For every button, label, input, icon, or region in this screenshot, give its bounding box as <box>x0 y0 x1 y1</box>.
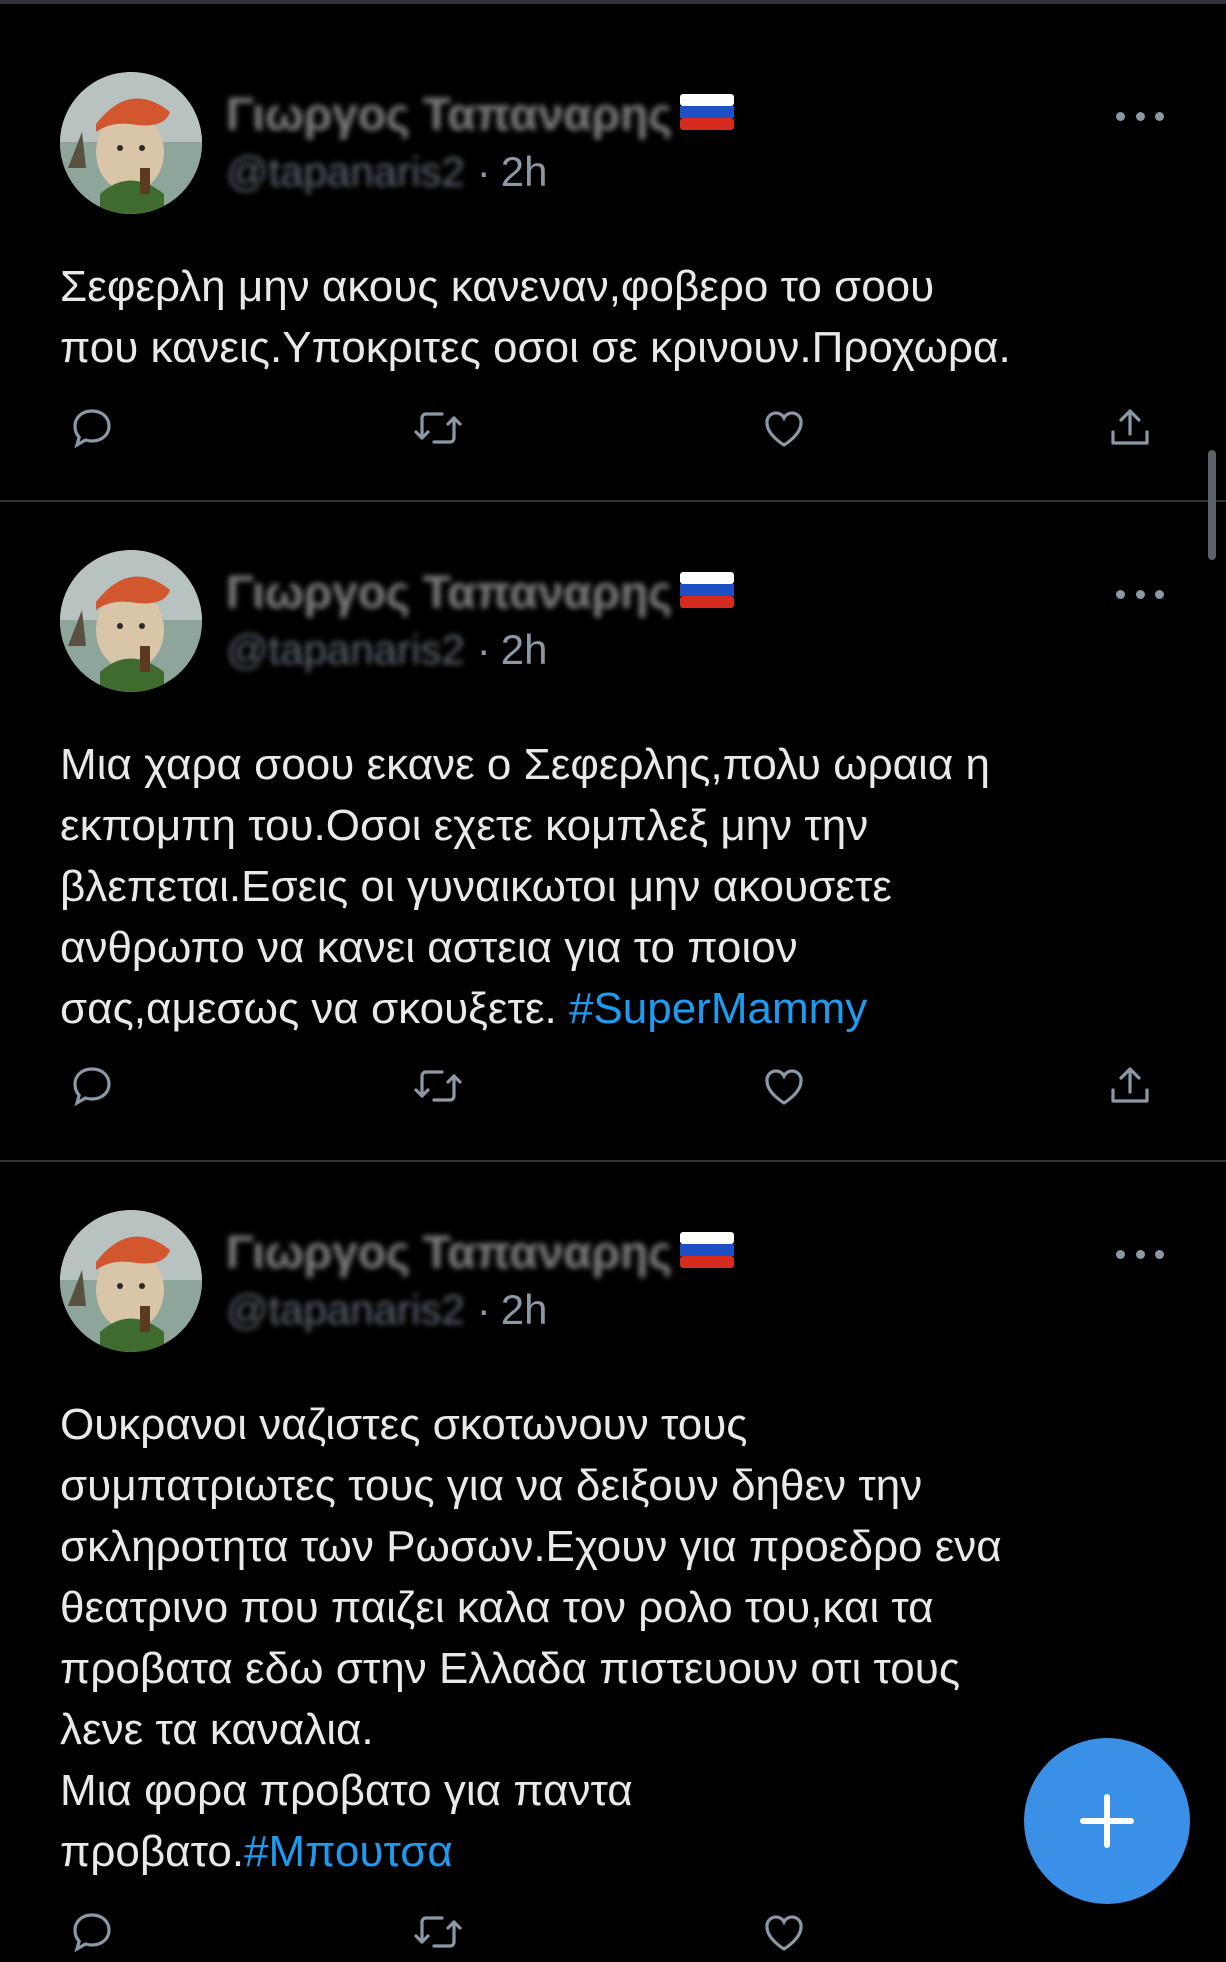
retweet-icon <box>414 1070 462 1102</box>
separator: · <box>476 1286 491 1333</box>
tweet[interactable]: Γιωργος Ταπαναρης @tapanaris2 · 2h Μια χ… <box>0 502 1226 1162</box>
compose-tweet-button[interactable] <box>1024 1738 1190 1904</box>
author-name-row[interactable]: Γιωργος Ταπαναρης <box>226 1222 735 1282</box>
display-name[interactable]: Γιωργος Ταπαναρης <box>226 1225 672 1279</box>
handle-row: @tapanaris2 · 2h <box>226 622 548 678</box>
tweet-text: Σεφερλη μην ακους κανεναν,φοβερο το σοου… <box>60 256 1180 378</box>
action-bar <box>0 1902 1226 1962</box>
hashtag-link[interactable]: #Μπουτσα <box>244 1827 453 1876</box>
retweet-icon <box>414 412 462 444</box>
display-name[interactable]: Γιωργος Ταπαναρης <box>226 87 672 141</box>
action-bar <box>0 1056 1226 1116</box>
timestamp[interactable]: 2h <box>501 1286 548 1334</box>
share-button[interactable] <box>1100 1056 1160 1116</box>
retweet-button[interactable] <box>408 398 468 458</box>
avatar[interactable] <box>60 550 202 692</box>
scrollbar[interactable] <box>1208 450 1216 560</box>
user-handle[interactable]: @tapanaris2 <box>226 626 465 674</box>
timestamp[interactable]: 2h <box>501 148 548 196</box>
russia-flag-icon <box>680 1231 735 1273</box>
author-name-row[interactable]: Γιωργος Ταπαναρης <box>226 84 735 144</box>
reply-button[interactable] <box>62 1056 122 1116</box>
reply-icon <box>73 409 111 449</box>
tweet-text: Ουκρανοι ναζιστες σκοτωνουν τους συμπατρ… <box>60 1394 1180 1882</box>
author-name-row[interactable]: Γιωργος Ταπαναρης <box>226 562 735 622</box>
like-icon <box>765 1069 803 1105</box>
more-icon[interactable] <box>1116 1244 1164 1264</box>
retweet-icon <box>414 1916 462 1948</box>
compose-plus-icon <box>1080 1794 1134 1848</box>
tweet[interactable]: Γιωργος Ταπαναρης @tapanaris2 · 2h Σεφερ… <box>0 4 1226 502</box>
hashtag-link[interactable]: #SuperMammy <box>569 984 867 1033</box>
like-button[interactable] <box>754 1902 814 1962</box>
tweet-body: Σεφερλη μην ακους κανεναν,φοβερο το σοου… <box>60 262 1011 372</box>
share-icon <box>1111 409 1149 445</box>
like-button[interactable] <box>754 1056 814 1116</box>
retweet-button[interactable] <box>408 1056 468 1116</box>
reply-icon <box>73 1067 111 1107</box>
share-button[interactable] <box>1100 398 1160 458</box>
more-icon[interactable] <box>1116 584 1164 604</box>
more-icon[interactable] <box>1116 106 1164 126</box>
separator: · <box>476 148 491 195</box>
reply-icon <box>73 1913 111 1953</box>
tweet-body: Ουκρανοι ναζιστες σκοτωνουν τους συμπατρ… <box>60 1400 1002 1876</box>
handle-row: @tapanaris2 · 2h <box>226 144 548 200</box>
retweet-button[interactable] <box>408 1902 468 1962</box>
separator: · <box>476 626 491 673</box>
russia-flag-icon <box>680 571 735 613</box>
user-handle[interactable]: @tapanaris2 <box>226 148 465 196</box>
action-bar <box>0 398 1226 458</box>
reply-button[interactable] <box>62 1902 122 1962</box>
share-icon <box>1111 1067 1149 1103</box>
avatar[interactable] <box>60 1210 202 1352</box>
reply-button[interactable] <box>62 398 122 458</box>
avatar[interactable] <box>60 72 202 214</box>
user-handle[interactable]: @tapanaris2 <box>226 1286 465 1334</box>
like-icon <box>765 1915 803 1951</box>
russia-flag-icon <box>680 93 735 135</box>
handle-row: @tapanaris2 · 2h <box>226 1282 548 1338</box>
like-icon <box>765 411 803 447</box>
like-button[interactable] <box>754 398 814 458</box>
tweet-text: Μια χαρα σοου εκανε ο Σεφερλης,πολυ ωραι… <box>60 734 1180 1039</box>
display-name[interactable]: Γιωργος Ταπαναρης <box>226 565 672 619</box>
timestamp[interactable]: 2h <box>501 626 548 674</box>
